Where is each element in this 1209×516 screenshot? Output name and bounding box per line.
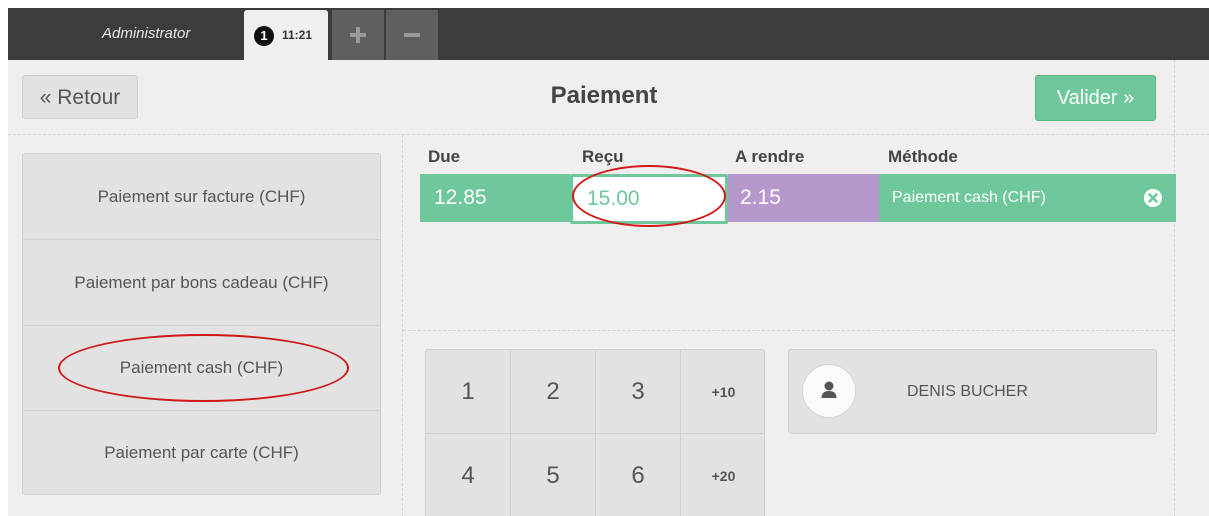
customer-name: DENIS BUCHER <box>907 383 1028 400</box>
numpad-key-1[interactable]: 1 <box>426 350 511 434</box>
numpad-key-plus-10[interactable]: +10 <box>681 350 764 434</box>
due-column-header: Due <box>428 147 461 166</box>
user-icon <box>821 381 837 398</box>
customer-button[interactable]: DENIS BUCHER <box>788 349 1157 434</box>
order-number-badge: 1 <box>254 26 274 46</box>
received-column-header: Reçu <box>582 147 624 166</box>
numpad-key-5[interactable]: 5 <box>511 434 596 516</box>
minus-icon <box>404 33 420 37</box>
paymentline-method: Paiement cash (CHF) <box>879 174 1176 222</box>
payment-methods-list: Paiement sur facture (CHF) Paiement par … <box>22 153 381 495</box>
top-bar: Administrator 1 11:21 <box>8 8 1209 60</box>
order-tab[interactable]: 1 11:21 <box>244 10 328 60</box>
annotation-circle-cash <box>58 334 349 402</box>
paymentlines-divider <box>403 330 1174 331</box>
numpad-key-6[interactable]: 6 <box>596 434 681 516</box>
method-column-header: Méthode <box>888 147 958 166</box>
username: Administrator <box>102 25 191 42</box>
numpad-key-2[interactable]: 2 <box>511 350 596 434</box>
due-amount: 12.85 <box>420 174 570 222</box>
right-divider <box>1174 60 1175 516</box>
validate-button[interactable]: Valider » <box>1035 75 1156 121</box>
pos-screen: Administrator 1 11:21 « Retour Paiement … <box>8 8 1209 516</box>
back-button[interactable]: « Retour <box>22 75 138 119</box>
payment-method-gift-voucher[interactable]: Paiement par bons cadeau (CHF) <box>23 240 380 326</box>
order-time: 11:21 <box>282 28 313 42</box>
payment-method-card[interactable]: Paiement par carte (CHF) <box>23 410 380 495</box>
page-title: Paiement <box>550 82 658 109</box>
remove-line-icon[interactable] <box>1144 189 1162 207</box>
numpad-key-4[interactable]: 4 <box>426 434 511 516</box>
numpad-key-plus-20[interactable]: +20 <box>681 434 764 516</box>
paymentline-row: 12.85 15.00 2.15 Paiement cash (CHF) <box>420 174 1176 224</box>
column-divider <box>402 135 403 516</box>
numpad-key-3[interactable]: 3 <box>596 350 681 434</box>
customer-avatar <box>802 364 856 418</box>
header-divider <box>8 134 1209 135</box>
add-order-button[interactable] <box>332 10 384 60</box>
payment-method-invoice[interactable]: Paiement sur facture (CHF) <box>23 154 380 240</box>
remove-order-button[interactable] <box>386 10 438 60</box>
numpad: 1 2 3 +10 4 5 6 +20 <box>425 349 765 516</box>
plus-icon <box>350 27 366 43</box>
paymentline-method-label: Paiement cash (CHF) <box>892 189 1046 206</box>
annotation-circle-received <box>572 165 726 227</box>
change-column-header: A rendre <box>735 147 805 166</box>
change-amount: 2.15 <box>728 174 879 222</box>
